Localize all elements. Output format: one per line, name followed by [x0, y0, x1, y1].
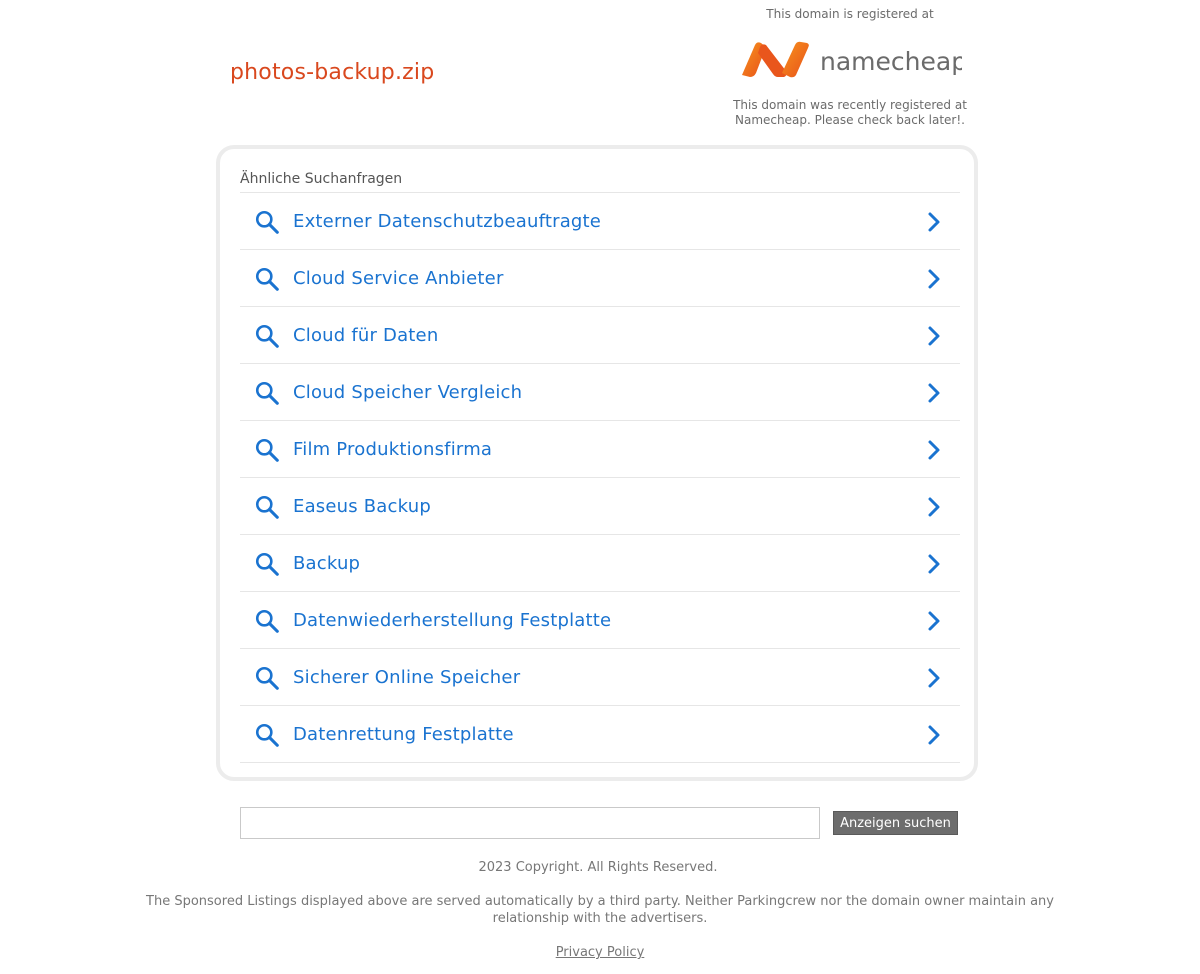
related-search-item[interactable]: Cloud für Daten [240, 307, 960, 364]
copyright-text: 2023 Copyright. All Rights Reserved. [478, 860, 718, 875]
registrar-top-text: This domain is registered at [766, 7, 934, 21]
related-search-label[interactable]: Cloud Service Anbieter [293, 268, 504, 289]
search-icon [255, 723, 279, 747]
parked-domain-page: photos-backup.zip This domain is registe… [0, 0, 1200, 974]
related-search-item[interactable]: Sicherer Online Speicher [240, 649, 960, 706]
registrar-bottom-text: This domain was recently registered at N… [733, 98, 967, 127]
search-icon [255, 552, 279, 576]
related-search-item[interactable]: Cloud Service Anbieter [240, 250, 960, 307]
related-search-item[interactable]: Cloud Speicher Vergleich [240, 364, 960, 421]
related-searches-heading: Ähnliche Suchanfragen [240, 171, 403, 187]
namecheap-logo[interactable]: namecheap [725, 30, 975, 90]
search-icon [255, 495, 279, 519]
chevron-right-icon [928, 383, 940, 403]
related-search-label[interactable]: Film Produktionsfirma [293, 439, 492, 460]
related-search-label[interactable]: Backup [293, 553, 360, 574]
related-search-item[interactable]: Easeus Backup [240, 478, 960, 535]
related-search-label[interactable]: Sicherer Online Speicher [293, 667, 520, 688]
related-search-label[interactable]: Datenwiederherstellung Festplatte [293, 610, 611, 631]
privacy-policy-link[interactable]: Privacy Policy [556, 945, 645, 960]
related-search-item[interactable]: Backup [240, 535, 960, 592]
chevron-right-icon [928, 212, 940, 232]
disclaimer-text: The Sponsored Listings displayed above a… [146, 894, 1054, 926]
related-search-item[interactable]: Datenrettung Festplatte [240, 706, 960, 763]
chevron-right-icon [928, 269, 940, 289]
related-search-label[interactable]: Datenrettung Festplatte [293, 724, 514, 745]
domain-title: photos-backup.zip [230, 60, 435, 85]
search-icon [255, 210, 279, 234]
related-search-item[interactable]: Externer Datenschutzbeauftragte [240, 193, 960, 250]
related-search-label[interactable]: Cloud Speicher Vergleich [293, 382, 522, 403]
namecheap-logo-graphic: namecheap [742, 41, 962, 78]
ads-search-input[interactable] [240, 807, 820, 839]
search-icon [255, 609, 279, 633]
related-search-label[interactable]: Cloud für Daten [293, 325, 438, 346]
search-icon [255, 267, 279, 291]
related-search-item[interactable]: Film Produktionsfirma [240, 421, 960, 478]
related-search-label[interactable]: Externer Datenschutzbeauftragte [293, 211, 601, 232]
chevron-right-icon [928, 725, 940, 745]
chevron-right-icon [928, 326, 940, 346]
registrar-block: This domain is registered at namecheap T… [718, 6, 982, 128]
privacy-policy-container: Privacy Policy [0, 945, 1200, 960]
search-icon [255, 381, 279, 405]
chevron-right-icon [928, 668, 940, 688]
chevron-right-icon [928, 497, 940, 517]
namecheap-wordmark: namecheap [820, 47, 962, 76]
related-search-item[interactable]: Datenwiederherstellung Festplatte [240, 592, 960, 649]
chevron-right-icon [928, 554, 940, 574]
related-searches-list: Externer Datenschutzbeauftragte Cloud Se… [240, 192, 960, 763]
search-icon [255, 438, 279, 462]
related-search-label[interactable]: Easeus Backup [293, 496, 431, 517]
search-icon [255, 324, 279, 348]
chevron-right-icon [928, 440, 940, 460]
related-searches-panel: Ähnliche Suchanfragen Externer Datenschu… [216, 145, 978, 781]
search-ads-button[interactable]: Anzeigen suchen [833, 811, 958, 835]
search-icon [255, 666, 279, 690]
chevron-right-icon [928, 611, 940, 631]
